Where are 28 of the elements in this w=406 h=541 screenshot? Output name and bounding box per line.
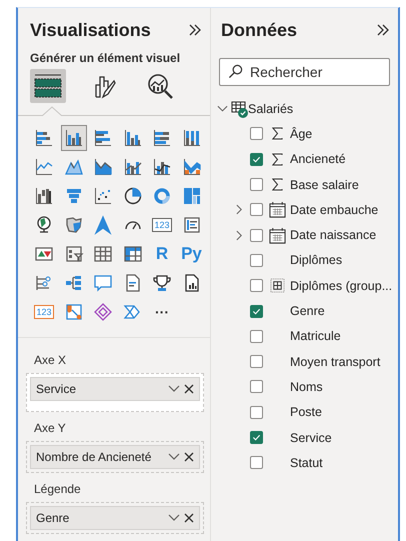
field-name[interactable]: Noms [290, 380, 323, 394]
field-name[interactable]: Moyen transport [290, 354, 380, 369]
well-label: Axe X [33, 352, 68, 369]
pane-title: Données [221, 20, 298, 40]
field-name[interactable]: Poste [290, 405, 322, 420]
field-name[interactable]: Âge [290, 126, 312, 141]
drop-zone[interactable]: Genre [26, 502, 204, 534]
field-name[interactable]: Ancieneté [290, 152, 346, 166]
field-name[interactable]: Genre [290, 304, 325, 318]
pane-title: Visualisations [30, 20, 151, 40]
field-value: Genre [36, 511, 70, 525]
field-value: Nombre de Ancieneté [36, 450, 152, 464]
field-name[interactable]: Date naissance [290, 228, 376, 242]
table-name[interactable]: Salariés [248, 102, 294, 116]
field-name[interactable]: Date embauche [290, 202, 378, 217]
field-name[interactable]: Diplômes [290, 253, 342, 268]
drop-zone[interactable]: Service [26, 373, 204, 412]
well-label: Axe Y [33, 420, 67, 437]
search-field[interactable]: Rechercher [219, 58, 390, 86]
drop-zone[interactable]: Nombre de Ancieneté [26, 441, 204, 473]
field-value: Service [36, 382, 78, 396]
field-name[interactable]: Base salaire [290, 178, 359, 192]
field-name[interactable]: Diplômes (group... [290, 278, 392, 293]
field-name[interactable]: Service [290, 430, 332, 444]
section-heading: Générer un élément visuel [29, 50, 182, 65]
field-name[interactable]: Matricule [290, 329, 341, 344]
field-name[interactable]: Statut [290, 456, 323, 470]
well-label: Légende [33, 481, 82, 498]
